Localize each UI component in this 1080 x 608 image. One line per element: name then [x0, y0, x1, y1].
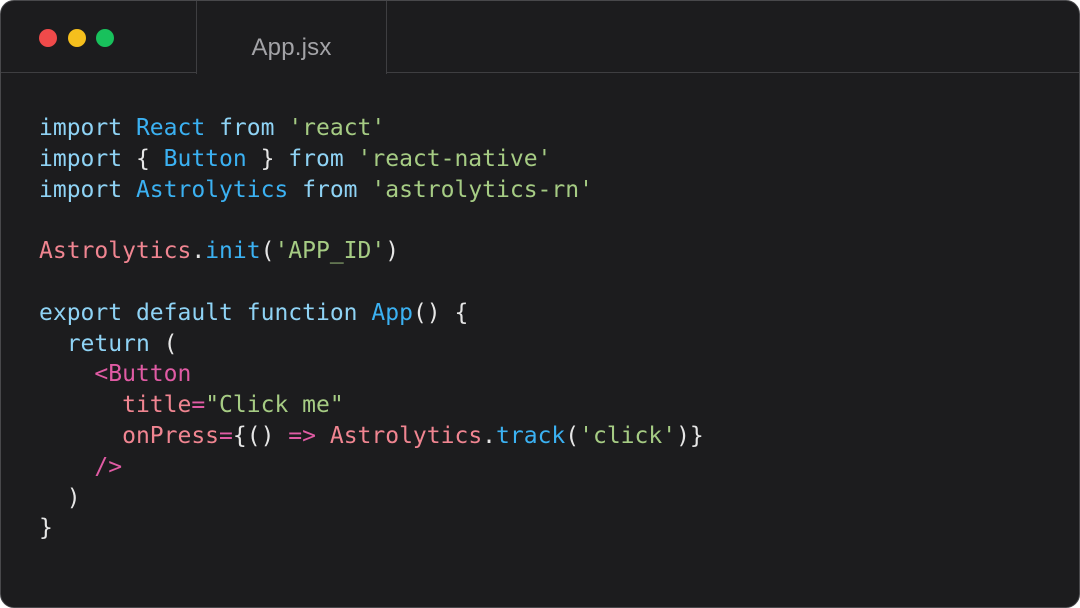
code-token-plain: ( — [565, 422, 580, 449]
code-line: import Astrolytics from 'astrolytics-rn' — [39, 175, 1059, 206]
code-token-tag: <Button — [94, 361, 192, 388]
code-token-plain: . — [482, 422, 497, 449]
code-token-tag: => — [288, 422, 316, 449]
code-token-string: 'astrolytics-rn' — [371, 176, 593, 203]
code-token-plain: ) — [39, 484, 81, 511]
code-token-keyword: import — [39, 176, 123, 203]
code-token-keyword: return — [66, 330, 150, 357]
code-token-variable: title — [122, 392, 192, 419]
code-token-plain: ( — [149, 330, 178, 357]
code-token-plain: ) — [385, 238, 400, 265]
code-token-plain: )} — [676, 422, 704, 449]
code-token-plain: } — [39, 515, 53, 542]
close-window-button[interactable] — [39, 29, 57, 47]
code-line: title="Click me" — [39, 390, 1059, 421]
code-token-identifier: React — [135, 115, 206, 141]
code-token-variable: onPress — [122, 422, 220, 449]
code-token-tag: = — [219, 422, 233, 449]
code-line: ) — [39, 483, 1059, 514]
code-token-plain: {() — [232, 422, 289, 449]
code-token-identifier: App — [371, 299, 413, 326]
code-token-string: "Click me" — [205, 392, 344, 419]
code-token-plain: ( — [260, 238, 275, 265]
zoom-window-button[interactable] — [96, 29, 114, 47]
code-token-keyword: import — [39, 145, 123, 172]
code-line: import { Button } from 'react-native' — [39, 144, 1059, 175]
code-token-tag: /> — [94, 453, 123, 480]
code-token-string: 'react' — [288, 115, 386, 141]
code-line: import React from 'react' — [39, 113, 1059, 144]
code-token-variable: Astrolytics — [329, 422, 483, 449]
code-token-keyword: from — [288, 145, 344, 172]
code-token-string: 'react-native' — [357, 145, 552, 172]
code-token-plain: . — [191, 238, 206, 265]
code-token-identifier: Button — [163, 145, 247, 172]
code-token-keyword: default — [135, 299, 233, 326]
code-token-variable: Astrolytics — [39, 238, 192, 265]
code-token-plain: { — [122, 145, 164, 172]
code-token-tag: = — [191, 392, 206, 419]
code-line: } — [39, 513, 1059, 544]
code-token-plain: } — [246, 145, 289, 172]
code-line: export default function App() { — [39, 298, 1059, 329]
tab-label: App.jsx — [251, 33, 332, 61]
code-line: /> — [39, 452, 1059, 483]
tab-app-jsx[interactable]: App.jsx — [196, 1, 387, 74]
code-token-string: 'APP_ID' — [274, 238, 386, 265]
code-line: <Button — [39, 359, 1059, 390]
code-token-keyword: import — [39, 115, 123, 141]
code-token-keyword: export — [39, 299, 123, 326]
code-token-keyword: function — [246, 299, 358, 326]
code-token-identifier: track — [496, 422, 566, 449]
title-bar: App.jsx — [1, 1, 1079, 74]
code-token-identifier: Astrolytics — [135, 176, 289, 203]
code-token-string: 'click' — [579, 422, 677, 449]
code-token-identifier: init — [205, 238, 261, 265]
minimize-window-button[interactable] — [68, 29, 86, 47]
code-token-keyword: from — [219, 115, 275, 141]
code-line: onPress={() => Astrolytics.track('click'… — [39, 421, 1059, 452]
code-token-keyword: from — [302, 176, 358, 203]
code-editor[interactable]: import React from 'react' import { Button… — [39, 113, 1059, 544]
code-line: Astrolytics.init('APP_ID') — [39, 236, 1059, 267]
code-window: App.jsx import React from 'react' import … — [0, 0, 1080, 608]
code-token-plain: () { — [412, 299, 469, 326]
code-line: return ( — [39, 329, 1059, 360]
